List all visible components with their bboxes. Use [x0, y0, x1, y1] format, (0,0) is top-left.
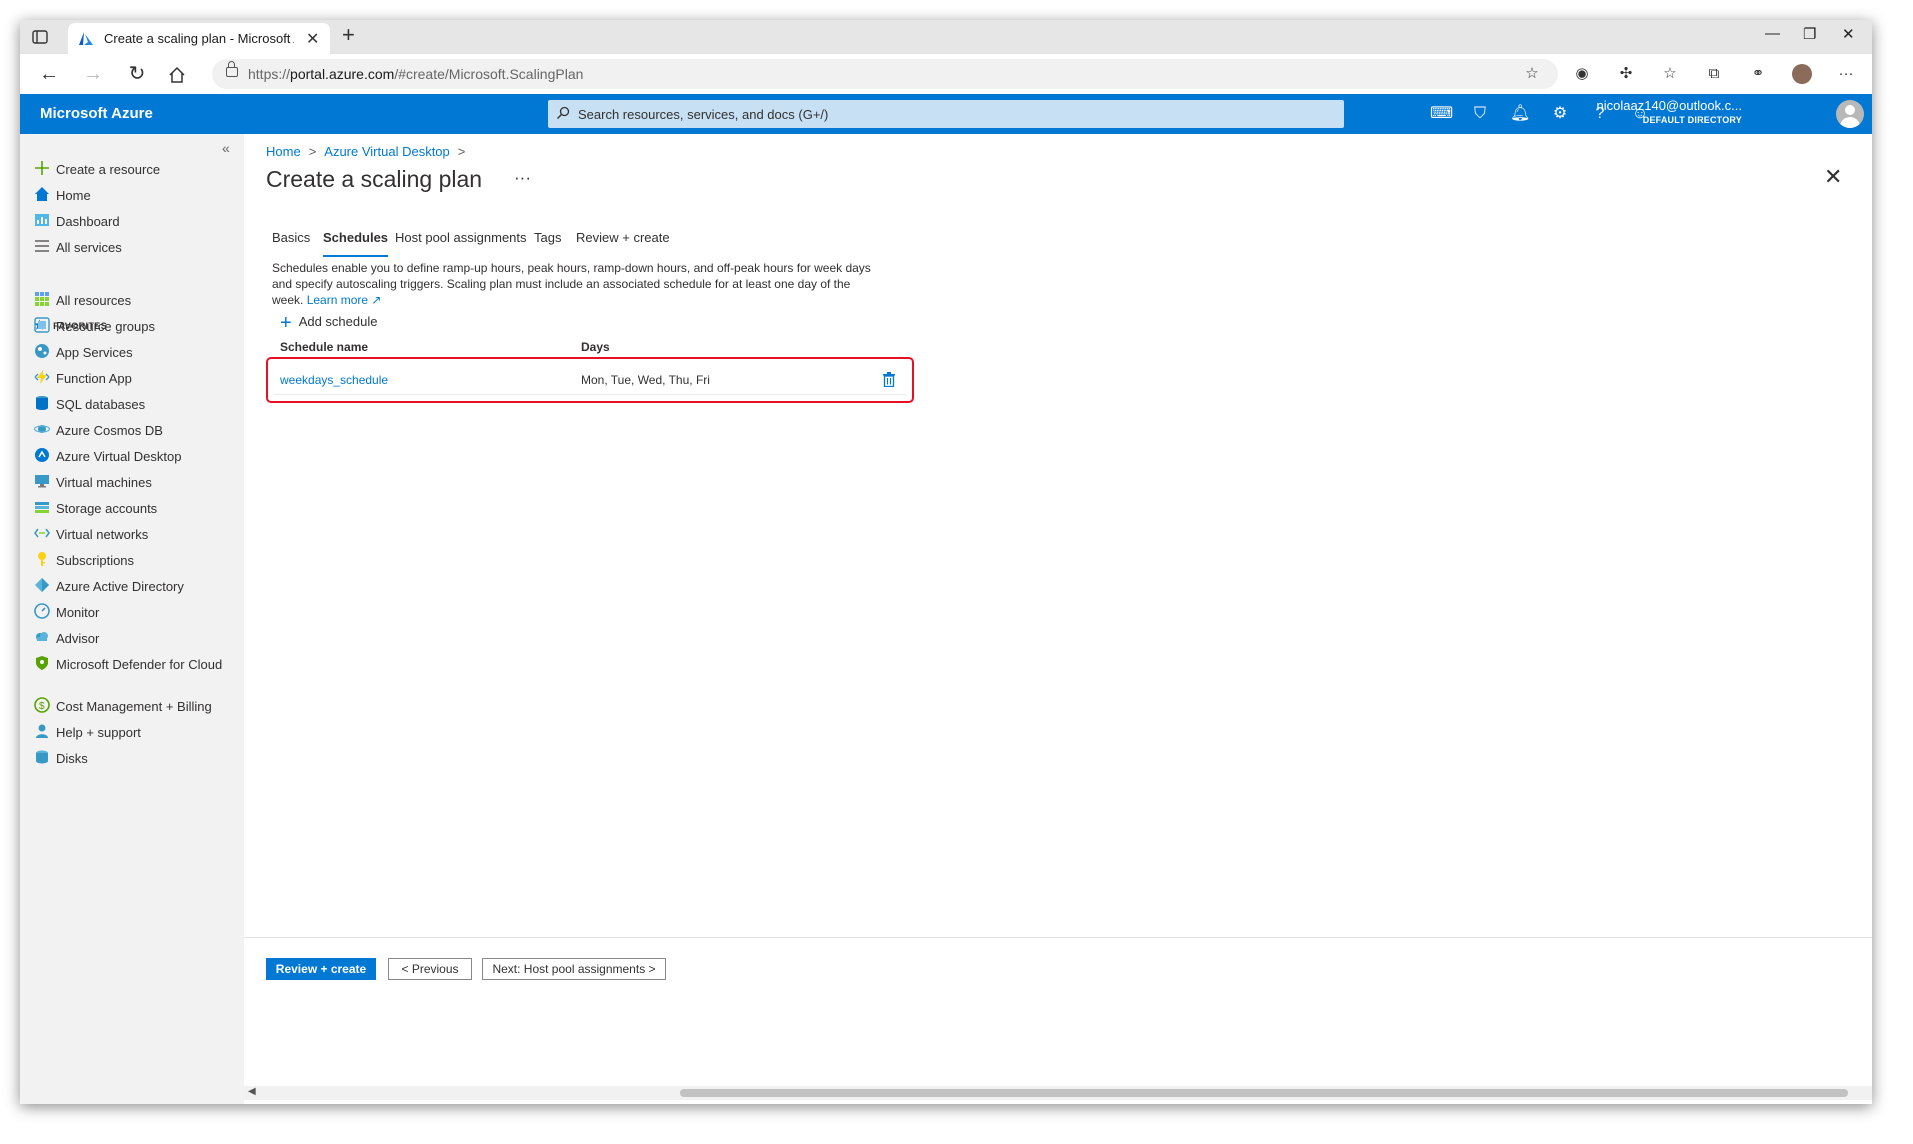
browser-tab-strip: Create a scaling plan - Microsoft Azure … — [20, 20, 1872, 54]
back-icon[interactable]: ← — [36, 61, 62, 87]
favorites-icon[interactable]: ☆ — [1660, 64, 1680, 84]
sql-icon — [36, 396, 48, 410]
monitor-icon — [35, 475, 49, 488]
browser-toolbar: ← → ↻ https://portal.azure.com/#create/M… — [20, 54, 1872, 95]
account-menu[interactable]: nicolaaz140@outlook.c... DEFAULT DIRECTO… — [1572, 98, 1742, 125]
extension-icon[interactable]: ◉ — [1572, 64, 1592, 84]
next-host-pool-button[interactable]: Next: Host pool assignments > — [482, 958, 666, 980]
more-menu-icon[interactable]: ··· — [1836, 64, 1856, 84]
grid-icon — [35, 292, 49, 306]
tab-basics[interactable]: Basics — [272, 230, 310, 245]
external-link-icon: ↗ — [371, 293, 382, 307]
lightning-icon — [34, 370, 50, 384]
search-placeholder: Search resources, services, and docs (G+… — [578, 107, 829, 122]
review-create-button[interactable]: Review + create — [266, 958, 376, 980]
globe-icon — [35, 344, 49, 358]
azure-header: Microsoft Azure Search resources, servic… — [20, 94, 1872, 134]
directory-filter-icon[interactable]: ⛉ — [1470, 104, 1490, 124]
network-icon — [34, 528, 50, 538]
column-header-schedule-name: Schedule name — [280, 340, 369, 354]
dashboard-icon — [35, 214, 49, 226]
close-blade-icon[interactable]: ✕ — [1824, 164, 1842, 190]
page-title: Create a scaling plan — [266, 166, 483, 192]
browser-window: Create a scaling plan - Microsoft Azure … — [20, 20, 1872, 1104]
settings-gear-icon[interactable]: ⚙ — [1550, 104, 1570, 124]
add-schedule-button[interactable]: + Add schedule — [280, 312, 377, 335]
tab-host-pool-assignments[interactable]: Host pool assignments — [395, 230, 527, 245]
column-header-days: Days — [581, 340, 610, 354]
brand-title[interactable]: Microsoft Azure — [40, 105, 153, 122]
search-input[interactable]: Search resources, services, and docs (G+… — [548, 100, 1344, 128]
tab-review-create[interactable]: Review + create — [576, 230, 670, 245]
home-icon — [35, 187, 49, 201]
url-text: https://portal.azure.com/#create/Microso… — [248, 66, 584, 82]
breadcrumb-azure-virtual-desktop[interactable]: Azure Virtual Desktop — [324, 144, 450, 159]
portal-sidebar: « Create a resource Home Dashboard All s… — [20, 134, 244, 1104]
favorite-star-icon[interactable]: ☆ — [1522, 64, 1542, 84]
new-tab-icon[interactable]: + — [342, 22, 355, 48]
cosmos-icon — [34, 425, 50, 433]
disk-icon — [36, 750, 48, 764]
storage-icon — [35, 502, 49, 513]
list-icon — [35, 240, 49, 252]
tab-tags[interactable]: Tags — [534, 230, 561, 245]
cloud-icon — [36, 632, 48, 641]
cloud-shell-icon[interactable]: ⌨ — [1430, 104, 1453, 124]
breadcrumb: Home > Azure Virtual Desktop > — [266, 144, 473, 159]
user-email: nicolaaz140@outlook.c... — [1596, 98, 1742, 113]
highlight-annotation-box — [266, 357, 914, 403]
home-browser-icon[interactable] — [168, 66, 186, 84]
virtual-desktop-icon — [35, 448, 49, 462]
share-icon[interactable]: ⚭ — [1748, 64, 1768, 84]
puzzle-icon[interactable]: ✣ — [1616, 64, 1636, 84]
chevron-right-icon: > — [308, 144, 317, 159]
lock-icon — [226, 61, 238, 77]
horizontal-scrollbar[interactable]: ◀ — [244, 1086, 1872, 1100]
tab-schedules[interactable]: Schedules — [323, 230, 389, 257]
search-icon — [557, 106, 570, 119]
previous-button[interactable]: < Previous — [388, 958, 472, 980]
browser-tab[interactable]: Create a scaling plan - Microsoft Azure … — [68, 23, 330, 54]
key-icon — [38, 552, 46, 566]
user-avatar[interactable] — [1836, 100, 1864, 128]
resource-group-icon — [34, 317, 50, 333]
address-bar[interactable]: https://portal.azure.com/#create/Microso… — [212, 59, 1558, 89]
close-tab-icon[interactable]: ✕ — [306, 29, 319, 49]
person-icon — [36, 724, 48, 738]
learn-more-link[interactable]: Learn more ↗ — [307, 293, 382, 307]
plus-icon: + — [280, 312, 292, 334]
shield-icon — [36, 656, 48, 670]
notifications-icon[interactable]: 🔔︎ — [1510, 104, 1530, 124]
scroll-left-arrow-icon[interactable]: ◀ — [248, 1086, 256, 1097]
gauge-icon — [34, 603, 50, 619]
forward-icon[interactable]: → — [80, 61, 106, 87]
plus-icon — [35, 161, 49, 175]
more-options-icon[interactable]: ··· — [514, 168, 531, 188]
minimize-icon[interactable]: — — [1765, 25, 1780, 42]
azure-logo-icon — [79, 32, 93, 45]
profile-avatar-icon[interactable] — [1792, 64, 1812, 84]
cost-icon: $ — [34, 697, 50, 713]
collections-icon[interactable]: ⧉ — [1704, 64, 1724, 84]
tab-actions-icon[interactable] — [30, 27, 50, 47]
collapse-sidebar-icon[interactable]: « — [222, 140, 230, 156]
restore-icon[interactable]: ❐ — [1803, 25, 1816, 43]
scrollbar-thumb[interactable] — [680, 1089, 1848, 1097]
schedules-description: Schedules enable you to define ramp-up h… — [272, 261, 871, 307]
directory-name: DEFAULT DIRECTORY — [1642, 115, 1742, 125]
main-content: Home > Azure Virtual Desktop > Create a sca… — [244, 134, 1872, 1104]
diamond-icon — [35, 578, 49, 592]
chevron-right-icon: > — [457, 144, 466, 159]
close-window-icon[interactable]: ✕ — [1842, 25, 1855, 43]
refresh-icon[interactable]: ↻ — [124, 61, 150, 87]
svg-text:$: $ — [39, 701, 45, 712]
wizard-footer: Review + create < Previous Next: Host po… — [244, 937, 1872, 1104]
breadcrumb-home[interactable]: Home — [266, 144, 301, 159]
browser-tab-title: Create a scaling plan - Microsoft Azure — [104, 31, 294, 46]
